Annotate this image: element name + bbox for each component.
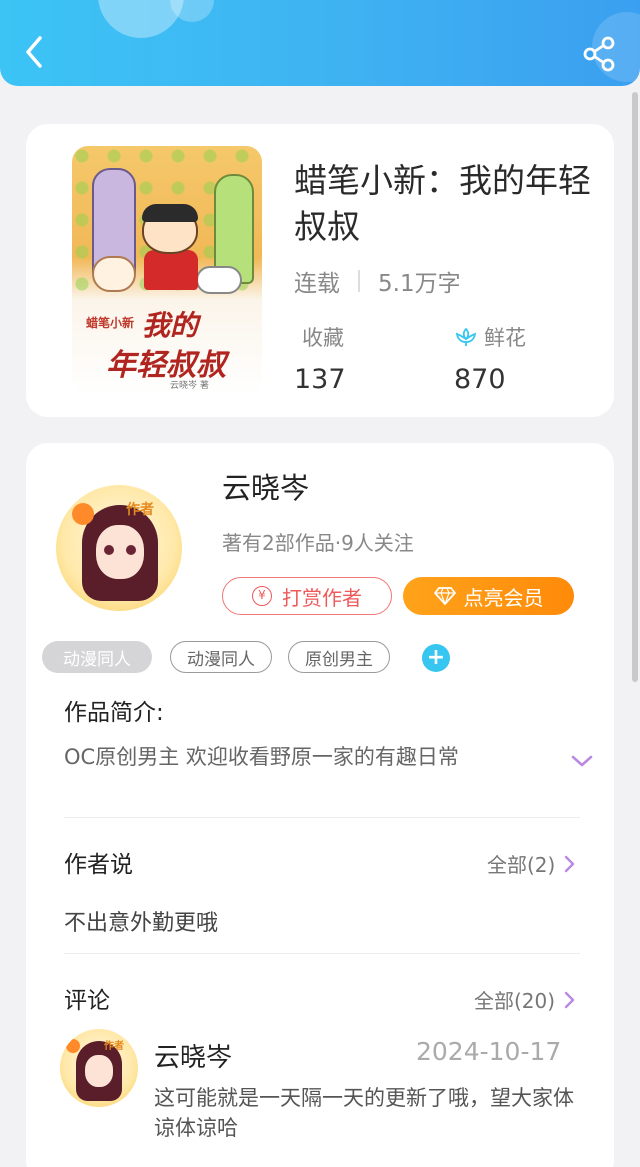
see-all-label: 全部(20) [474,989,556,1013]
author-say-see-all[interactable]: 全部(2) [487,849,575,878]
avatar-decor [72,503,94,525]
cover-series-text: 蜡笔小新 [86,316,135,330]
avatar-figure [96,525,144,579]
avatar-figure [85,1055,113,1087]
author-stats: 著有2部作品·9人关注 [222,531,414,555]
tip-author-button[interactable]: ¥ 打赏作者 [222,577,392,615]
word-count: 5.1万字 [378,271,461,297]
book-cover-image[interactable]: 蜡笔小新 我的 年轻叔叔 云晓岑 著 [72,146,262,394]
intro-title: 作品简介: [64,700,164,726]
chevron-left-icon [26,36,42,68]
diamond-icon [433,587,456,605]
scrollbar-thumb[interactable] [632,92,638,682]
comment-date: 2024-10-17 [416,1037,562,1066]
tag-item[interactable]: 原创男主 [288,641,390,673]
divider [64,953,580,954]
share-icon [583,36,615,72]
author-avatar[interactable]: 作者 [56,485,186,615]
avatar-figure [104,545,114,555]
comments-title: 评论 [64,988,110,1014]
vip-membership-label: 点亮会员 [463,585,544,610]
vip-membership-button[interactable]: 点亮会员 [403,577,574,615]
book-title: 蜡笔小新：我的年轻叔叔 [294,161,591,246]
top-bar [0,0,640,86]
author-badge: 作者 [104,1041,124,1052]
comments-see-all[interactable]: 全部(20) [474,985,575,1014]
divider [358,270,360,292]
intro-text: OC原创男主 欢迎收看野原一家的有趣日常 [64,745,459,769]
tag-item[interactable]: 动漫同人 [42,641,152,673]
comment-text: 这可能就是一天隔一天的更新了哦，望大家体谅体谅哈 [154,1086,574,1140]
cover-author-text: 云晓岑 著 [170,381,209,391]
flowers-label: 鲜花 [484,326,526,350]
author-say-text: 不出意外勤更哦 [64,911,219,936]
favorites-count: 137 [294,364,346,395]
author-name[interactable]: 云晓岑 [222,465,309,507]
tip-author-label: 打赏作者 [282,585,362,610]
avatar-figure [126,545,136,555]
book-status-row: 连载 5.1万字 [294,264,461,298]
chevron-right-icon [565,855,575,872]
cover-figure [142,204,198,222]
cover-title-line1: 我的 [142,309,199,342]
flower-icon [455,327,477,346]
favorites-label: 收藏 [302,326,344,350]
cover-figure [196,266,242,294]
flowers-stat[interactable]: 鲜花 [454,322,526,352]
back-button[interactable] [18,30,52,74]
commenter-name[interactable]: 云晓岑 [154,1037,232,1074]
see-all-label: 全部(2) [487,853,556,877]
expand-intro-button[interactable] [570,753,594,773]
avatar-decor [66,1039,80,1053]
author-info-card: 作者 云晓岑 著有2部作品·9人关注 ¥ 打赏作者 点亮会员 动漫同人 动漫同人… [26,443,614,1167]
cover-figure [144,250,198,290]
chevron-down-icon [571,755,593,767]
avatar-image: 作者 [56,485,182,611]
cover-figure [92,256,136,292]
yen-icon: ¥ [252,586,272,606]
author-say-title: 作者说 [64,852,133,878]
divider [64,817,580,818]
serial-status: 连载 [294,271,340,297]
chevron-right-icon [564,991,575,1008]
book-info-card: 蜡笔小新 我的 年轻叔叔 云晓岑 著 蜡笔小新：我的年轻叔叔 连载 5.1万字 … [26,124,614,417]
commenter-avatar[interactable]: 作者 [60,1029,138,1107]
add-tag-button[interactable]: + [422,644,450,672]
flowers-count: 870 [454,364,506,395]
author-badge: 作者 [126,502,154,518]
tag-item[interactable]: 动漫同人 [170,641,272,673]
share-button[interactable] [580,34,620,74]
